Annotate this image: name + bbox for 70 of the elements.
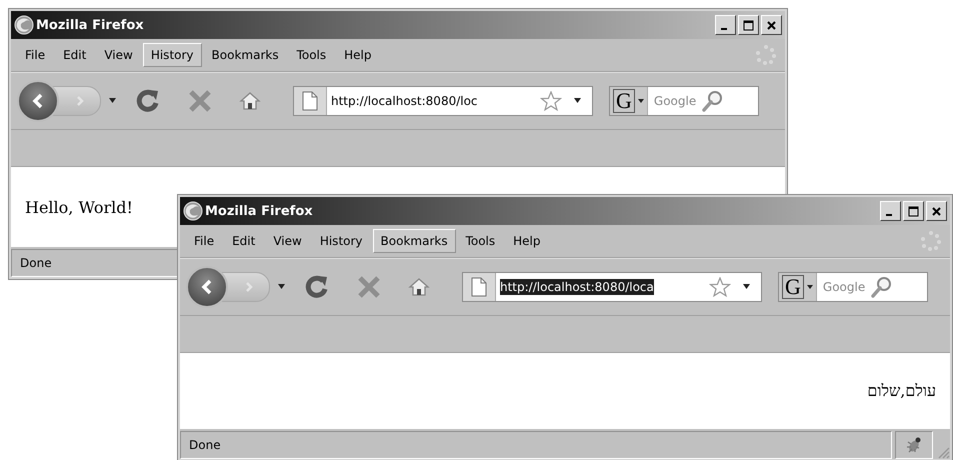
search-field[interactable]: G Google xyxy=(609,86,759,116)
star-icon[interactable] xyxy=(709,277,731,297)
browser-logo-icon xyxy=(14,15,34,35)
browser-logo-icon xyxy=(183,201,203,221)
dropdown-icon[interactable] xyxy=(743,284,751,290)
menu-item[interactable]: Help xyxy=(505,229,548,253)
chevron-right-icon xyxy=(243,281,255,293)
search-icon[interactable] xyxy=(871,276,894,298)
url-text: http://localhost:8080/loc xyxy=(331,93,479,109)
bug-icon[interactable] xyxy=(905,436,923,454)
url-text: http://localhost:8080/loca xyxy=(500,279,654,295)
close-icon xyxy=(931,206,942,216)
status-text: Done xyxy=(20,256,52,270)
history-dropdown-icon[interactable] xyxy=(278,284,286,290)
menu-item[interactable]: Tools xyxy=(288,43,334,67)
throbber-icon xyxy=(920,230,942,252)
engine-letter: G xyxy=(782,275,804,299)
throbber-icon xyxy=(755,44,777,66)
menu-item[interactable]: View xyxy=(96,43,141,67)
menu-item[interactable]: File xyxy=(186,229,222,253)
history-dropdown-icon[interactable] xyxy=(109,98,117,104)
dropdown-icon[interactable] xyxy=(574,98,582,104)
minimize-icon xyxy=(720,28,726,30)
menu-item[interactable]: View xyxy=(265,229,310,253)
resize-grip-icon[interactable] xyxy=(936,445,950,459)
address-field[interactable]: http://localhost:8080/loca xyxy=(462,272,762,302)
star-icon[interactable] xyxy=(540,91,562,111)
engine-letter: G xyxy=(613,89,635,113)
home-icon[interactable] xyxy=(239,90,261,112)
back-button[interactable] xyxy=(17,80,59,122)
close-button[interactable] xyxy=(926,201,947,221)
maximize-button[interactable] xyxy=(738,15,759,35)
search-engine-button[interactable]: G xyxy=(610,87,648,115)
home-icon[interactable] xyxy=(408,276,430,298)
minimize-icon xyxy=(886,214,892,216)
caret-icon xyxy=(806,284,813,290)
chevron-right-icon xyxy=(74,95,86,107)
status-text: Done xyxy=(189,438,221,452)
menu-item[interactable]: Bookmarks xyxy=(204,43,287,67)
maximize-button[interactable] xyxy=(903,201,924,221)
address-field[interactable]: http://localhost:8080/loc xyxy=(293,86,593,116)
minimize-button[interactable] xyxy=(715,15,736,35)
close-button[interactable] xyxy=(761,15,782,35)
menu-item[interactable]: Edit xyxy=(224,229,264,253)
menu-item[interactable]: File xyxy=(17,43,54,67)
caret-icon xyxy=(638,98,644,104)
page-icon xyxy=(302,91,318,111)
search-placeholder: Google xyxy=(822,280,866,294)
window-title: Mozilla Firefox xyxy=(36,18,144,32)
page-text: עולם,שלום xyxy=(867,381,936,401)
search-icon[interactable] xyxy=(702,90,724,112)
maximize-icon xyxy=(743,20,754,30)
page-icon xyxy=(471,277,487,297)
close-icon xyxy=(766,20,777,30)
maximize-icon xyxy=(908,206,919,216)
menu-item[interactable]: Bookmarks xyxy=(372,229,456,253)
menu-item[interactable]: History xyxy=(142,43,202,67)
search-field[interactable]: G Google xyxy=(778,272,928,302)
search-placeholder: Google xyxy=(654,94,696,108)
minimize-button[interactable] xyxy=(880,201,901,221)
reload-icon[interactable] xyxy=(304,274,330,300)
page-text: Hello, World! xyxy=(25,198,133,216)
back-button[interactable] xyxy=(186,266,228,308)
window-title: Mozilla Firefox xyxy=(205,204,313,218)
menu-item[interactable]: Help xyxy=(336,43,380,67)
search-engine-button[interactable]: G xyxy=(779,273,817,301)
menu-item[interactable]: Edit xyxy=(55,43,94,67)
menu-item[interactable]: History xyxy=(312,229,371,253)
menu-item[interactable]: Tools xyxy=(458,229,504,253)
reload-icon[interactable] xyxy=(135,88,161,114)
